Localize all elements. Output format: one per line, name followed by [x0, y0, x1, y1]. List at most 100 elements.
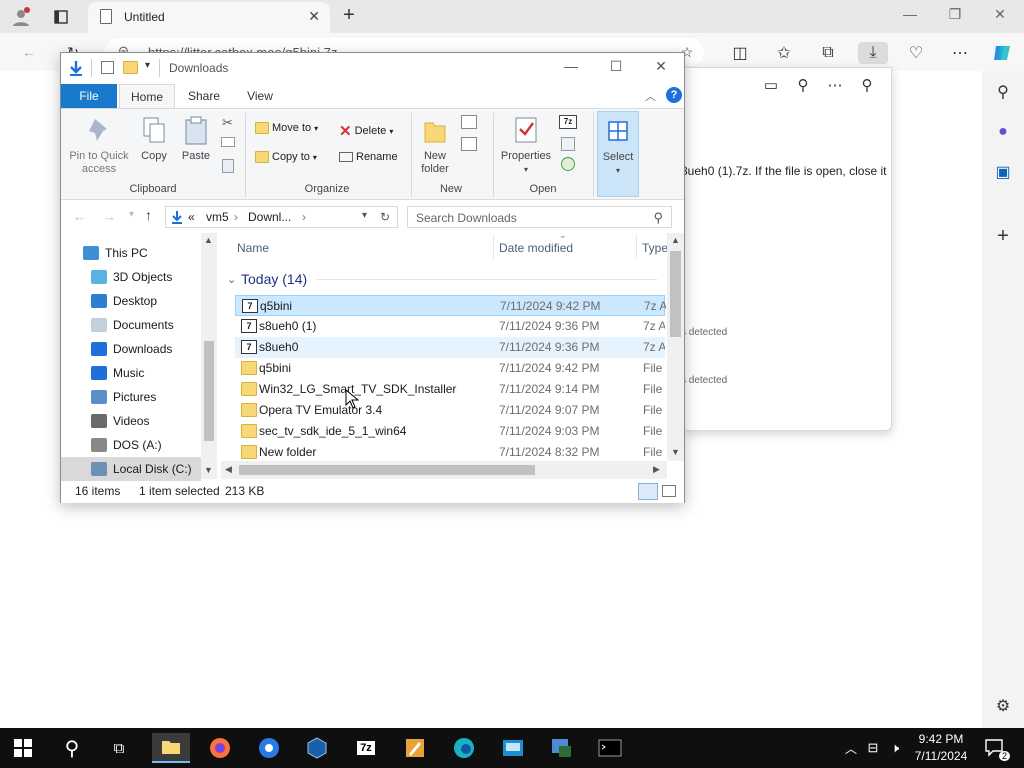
close-window-icon[interactable]: ✕	[988, 6, 1012, 23]
copy-to-button[interactable]: Copy to ▾	[255, 151, 317, 163]
properties-qat-icon[interactable]	[101, 61, 114, 74]
move-to-button[interactable]: Move to ▾	[255, 122, 318, 134]
favorites-icon[interactable]: ✩	[773, 42, 795, 64]
browser-tab[interactable]: Untitled ✕	[88, 2, 330, 33]
virtualbox-icon[interactable]	[302, 733, 332, 763]
nav-item-documents[interactable]: Documents	[61, 313, 201, 337]
rename-button[interactable]: Rename	[339, 151, 398, 163]
search-field[interactable]: Search Downloads ⚲	[407, 206, 672, 228]
downloads-icon[interactable]: ⤓	[858, 42, 888, 64]
minimize-icon[interactable]: —	[898, 6, 922, 22]
tab-view[interactable]: View	[235, 84, 285, 108]
file-scroll-right-icon[interactable]: ▶	[653, 464, 660, 475]
volume-icon[interactable]: 🕨	[880, 733, 910, 763]
column-date-header[interactable]: Date modified	[499, 241, 573, 255]
taskbar-search-icon[interactable]: ⚲	[57, 733, 87, 763]
details-view-icon[interactable]	[638, 483, 658, 500]
file-scroll-left-icon[interactable]: ◀	[225, 464, 232, 475]
m365-icon[interactable]: ●	[992, 121, 1014, 143]
address-overflow[interactable]: «	[188, 210, 195, 224]
open-folder-icon[interactable]: ▭	[761, 76, 781, 96]
column-name-header[interactable]: Name	[237, 241, 269, 255]
file-scroll-up-icon[interactable]: ▲	[671, 235, 680, 245]
address-field[interactable]: « vm5 › Downl... › ▾ ↻	[165, 206, 398, 228]
nav-scroll-down-icon[interactable]: ▼	[204, 465, 213, 475]
close-tab-icon[interactable]: ✕	[308, 8, 320, 25]
app-icon-2[interactable]	[547, 733, 577, 763]
paste-shortcut-icon[interactable]	[222, 159, 234, 173]
file-row[interactable]: sec_tv_sdk_ide_5_1_win64 7/11/2024 9:03 P…	[235, 421, 665, 442]
explorer-minimize-icon[interactable]: —	[556, 58, 586, 78]
nav-scroll-up-icon[interactable]: ▲	[204, 235, 213, 245]
chrome-icon[interactable]	[254, 733, 284, 763]
7zip-open-icon[interactable]: 7z	[559, 115, 577, 129]
app-icon-1[interactable]	[498, 733, 528, 763]
nav-item-desktop[interactable]: Desktop	[61, 289, 201, 313]
refresh-address-icon[interactable]: ↻	[380, 210, 390, 224]
group-header-today[interactable]: Today (14)	[241, 271, 307, 287]
task-view-icon[interactable]: ⧉	[104, 733, 134, 763]
start-button[interactable]	[8, 733, 38, 763]
profile-icon[interactable]	[10, 6, 32, 28]
new-folder-button[interactable]: New folder	[417, 115, 453, 176]
file-row[interactable]: 7s8ueh0 7/11/2024 9:36 PM 7z Ar	[235, 337, 665, 358]
new-folder-qat-icon[interactable]	[123, 61, 138, 74]
nav-item-drive[interactable]: DOS (A:)	[61, 433, 201, 457]
sidebar-settings-icon[interactable]: ⚙	[992, 695, 1014, 717]
add-sidebar-app-icon[interactable]: +	[992, 225, 1014, 247]
collapse-ribbon-icon[interactable]: ︿	[645, 88, 656, 104]
edit-icon[interactable]	[561, 137, 575, 151]
paint-icon[interactable]	[400, 733, 430, 763]
collections-icon[interactable]: ⧉	[817, 42, 839, 64]
taskbar-explorer-icon[interactable]	[152, 733, 190, 763]
nav-item-downloads[interactable]: Downloads	[61, 337, 201, 361]
file-scroll-thumb[interactable]	[670, 251, 681, 337]
copilot-icon[interactable]	[991, 42, 1013, 64]
nav-scrollbar[interactable]: ▲ ▼	[201, 233, 217, 479]
file-row[interactable]: Opera TV Emulator 3.4 7/11/2024 9:07 PM Fi…	[235, 400, 665, 421]
file-row[interactable]: New folder 7/11/2024 8:32 PM File f	[235, 442, 665, 463]
edge-taskbar-icon[interactable]	[449, 733, 479, 763]
group-collapse-icon[interactable]: ⌄	[227, 273, 236, 286]
nav-item-pc[interactable]: This PC	[61, 241, 201, 265]
back-icon[interactable]: ←	[18, 41, 40, 63]
back-arrow-icon[interactable]: ←	[73, 209, 86, 224]
restore-icon[interactable]: ❐	[943, 6, 967, 23]
explorer-close-icon[interactable]: ✕	[646, 58, 676, 78]
file-row[interactable]: Win32_LG_Smart_TV_SDK_Installer 7/11/2024…	[235, 379, 665, 400]
tab-home[interactable]: Home	[119, 84, 175, 108]
recent-dropdown-icon[interactable]: ▾	[129, 209, 134, 220]
file-row[interactable]: q5bini 7/11/2024 9:42 PM File f	[235, 358, 665, 379]
paste-button[interactable]: Paste	[179, 115, 213, 163]
history-icon[interactable]	[561, 157, 575, 171]
cut-icon[interactable]: ✂	[222, 115, 233, 131]
nav-item-pictures[interactable]: Pictures	[61, 385, 201, 409]
notification-center-icon[interactable]: 2	[980, 733, 1010, 763]
tab-share[interactable]: Share	[179, 84, 229, 108]
file-vertical-scrollbar[interactable]: ▲ ▼	[667, 233, 684, 461]
more-menu-icon[interactable]: ⋯	[949, 42, 971, 64]
breadcrumb-vm5[interactable]: vm5	[206, 210, 229, 224]
new-tab-icon[interactable]: +	[338, 4, 360, 26]
select-button[interactable]: Select ▾	[597, 111, 639, 197]
browser-essentials-icon[interactable]: ♡	[905, 42, 927, 64]
7zip-taskbar-icon[interactable]: 7z	[351, 733, 381, 763]
column-type-header[interactable]: Type	[642, 241, 668, 255]
tab-actions-icon[interactable]	[50, 6, 72, 28]
system-clock[interactable]: 9:42 PM 7/11/2024	[910, 731, 972, 765]
file-horizontal-scrollbar[interactable]: ◀ ▶	[221, 461, 667, 479]
delete-button[interactable]: ✕ Delete ▾	[339, 122, 393, 140]
new-item-icon[interactable]	[461, 115, 477, 129]
nav-item-music[interactable]: Music	[61, 361, 201, 385]
flyout-more-icon[interactable]: ⋯	[825, 76, 845, 96]
firefox-icon[interactable]	[205, 733, 235, 763]
file-row[interactable]: 7s8ueh0 (1) 7/11/2024 9:36 PM 7z Ar	[235, 316, 665, 337]
terminal-icon[interactable]	[595, 733, 625, 763]
nav-item-cube[interactable]: 3D Objects	[61, 265, 201, 289]
pin-quick-access-button[interactable]: Pin to Quick access	[66, 115, 132, 176]
nav-item-videos[interactable]: Videos	[61, 409, 201, 433]
pin-icon[interactable]: ⚲	[857, 76, 877, 96]
help-icon[interactable]: ?	[666, 87, 682, 103]
split-screen-icon[interactable]: ◫	[729, 42, 751, 64]
large-icons-view-icon[interactable]	[662, 485, 676, 497]
